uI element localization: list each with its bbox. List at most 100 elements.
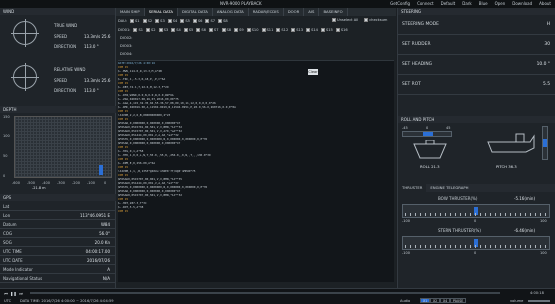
stern-scale-min: -100 (402, 251, 410, 255)
roll-pitch-title: ROLL AND PITCH (401, 117, 435, 122)
skip-back-icon[interactable]: ⏮ (3, 291, 9, 296)
dau-checkbox[interactable]: S2 (142, 19, 152, 23)
speed-x4-button[interactable]: X4 (440, 298, 451, 303)
dau-checkbox[interactable]: S5 (180, 19, 190, 23)
dio-checkbox[interactable]: S4 (171, 28, 181, 32)
serial-log[interactable]: DATE:2016/7/26 4:00:16 COM 15 $--MWV,114.0… (118, 60, 394, 282)
roll-gauge-fill (423, 132, 433, 136)
ship-pitch-icon (487, 133, 535, 153)
depth-xtick: -600 (12, 181, 20, 185)
pause-button[interactable]: PAUSE (450, 298, 467, 303)
gps-row-sog: SOG 20.0 Kn (0, 238, 116, 247)
gps-key: COG (3, 231, 13, 236)
dio-checkbox[interactable]: S14 (306, 28, 318, 32)
dau-checkbox[interactable]: S4 (167, 19, 177, 23)
dio-checkbox[interactable]: S2 (146, 28, 156, 32)
dau-checkbox[interactable]: S1 (130, 19, 140, 23)
dau-checkbox[interactable]: S3 (155, 19, 165, 23)
title-bar: NVR-9000 PLAYBACK GetConfig Connect Defa… (0, 0, 555, 8)
true-wind-compass-icon (11, 19, 39, 47)
gps-header: GPS (0, 194, 116, 201)
bow-thruster-gauge (402, 204, 550, 218)
relative-wind-block: RELATIVE WIND SPEED 13.3m/s 25.6 DIRECTI… (0, 61, 116, 101)
dio-label: DIO01: (118, 28, 131, 32)
checksum-checkbox[interactable]: checksum (364, 18, 387, 22)
playback-bar: ⏮ ❚❚ ⏭ 4:00:18 UTC DATA TIME: 2016/7/26 … (0, 288, 555, 304)
dio03-label: DIO03: (120, 44, 133, 48)
gps-value: 113°46.0951 E (80, 213, 110, 218)
app-title: NVR-9000 PLAYBACK (220, 1, 262, 6)
speed-x2-button[interactable]: X2 (430, 298, 441, 303)
gps-value: N/A (102, 276, 110, 281)
dio-checkbox[interactable]: S16 (335, 28, 348, 32)
roll-indicator: -45 0 45 ROLL 21.3 (402, 126, 472, 172)
menu-blue[interactable]: Blue (479, 1, 488, 6)
audio-label: Audio (400, 299, 411, 303)
dio-checkbox[interactable]: S10 (246, 28, 259, 32)
volume-label: volume (510, 299, 524, 303)
timeline-slider[interactable] (30, 292, 500, 294)
tab-engine-telegraph[interactable]: ENGINE TELEGRAPH (426, 184, 472, 192)
dio-checkbox[interactable]: S1 (133, 28, 143, 32)
gps-key: Mode Indicator (3, 267, 33, 272)
relative-wind-label: RELATIVE WIND (54, 67, 86, 72)
menu-download[interactable]: Download (512, 1, 532, 6)
dau-checkbox[interactable]: S8 (218, 19, 228, 23)
tab-analog-data[interactable]: ANALOG DATA (213, 8, 249, 16)
tab-main-ship[interactable]: MAIN SHIP (116, 8, 145, 16)
dau-checkbox[interactable]: S6 (192, 19, 202, 23)
select-options: Unselect All checksum (332, 18, 387, 22)
roll-tick: 0 (426, 126, 429, 130)
tab-radar-ecdis[interactable]: RADAR/ECDIS (249, 8, 284, 16)
gps-value: 20.0 Kn (94, 240, 110, 245)
true-wind-speed-value: 13.3m/s 25.6 (84, 34, 111, 39)
tab-digital-data[interactable]: DIGITAL DATA (178, 8, 213, 16)
unselect-all-checkbox[interactable]: Unselect All (332, 18, 358, 22)
menu-open[interactable]: Open (495, 1, 506, 6)
dio-checkbox[interactable]: S11 (261, 28, 273, 32)
tab-door[interactable]: DOOR (284, 8, 305, 16)
depth-xtick: 0 (104, 181, 107, 185)
dio04-label: DIO04: (120, 52, 133, 56)
menu-dark[interactable]: Dark (462, 1, 472, 6)
depth-xtick: -400 (42, 181, 50, 185)
tab-baseinfo[interactable]: BASEINFO (319, 8, 348, 16)
tab-thruster[interactable]: THRUSTER (398, 184, 427, 192)
set-rot-row: SET ROT 5.5 (398, 75, 555, 95)
wind-header: WIND (0, 8, 115, 15)
speed-x1-button[interactable]: X1 (420, 298, 431, 303)
skip-forward-icon[interactable]: ⏭ (18, 291, 24, 296)
dio-checkbox[interactable]: S9 (234, 28, 244, 32)
menu-connect[interactable]: Connect (417, 1, 434, 6)
menu-about[interactable]: About (539, 1, 551, 6)
true-wind-label: TRUE WIND (54, 23, 78, 28)
dio-checkbox[interactable]: S8 (221, 28, 231, 32)
menu-default[interactable]: Default (441, 1, 456, 6)
steering-key: STEERING MODE (402, 22, 439, 27)
clear-button[interactable]: Clear (308, 69, 318, 75)
menu-getconfig[interactable]: GetConfig (390, 1, 410, 6)
tab-ais[interactable]: AIS (304, 8, 320, 16)
bow-scale-max: 100 (540, 219, 547, 223)
dio-checkbox[interactable]: S7 (208, 28, 219, 32)
dio-checkbox[interactable]: S6 (196, 28, 206, 32)
set-heading-row: SET HEADING 10.0 ° (398, 55, 555, 75)
dio-checkbox[interactable]: S12 (276, 28, 288, 32)
depth-bar (99, 165, 103, 175)
dio-checkbox[interactable]: S5 (183, 28, 193, 32)
right-panel: STEERING STEERING MODE H SET RUDDER 30 SET… (397, 8, 555, 288)
gps-row-nav-status: Navigational Status N/A (0, 274, 116, 283)
dio-checkbox[interactable]: S13 (291, 28, 303, 32)
dio-checkbox[interactable]: S3 (158, 28, 168, 32)
tab-serial-data[interactable]: SERIAL DATA (144, 8, 178, 16)
volume-slider[interactable] (528, 300, 550, 302)
ship-roll-icon (413, 140, 447, 159)
pause-icon[interactable]: ❚❚ (10, 291, 17, 296)
wind-title: WIND (3, 9, 15, 14)
dau-checkbox[interactable]: S7 (205, 19, 215, 23)
steering-value: 5.5 (543, 82, 550, 87)
steering-value: 30 (544, 42, 550, 47)
dio-checkbox[interactable]: S15 (320, 28, 333, 32)
gps-key: Lat (3, 204, 10, 209)
gps-value: 2016/07/26 (86, 258, 110, 263)
